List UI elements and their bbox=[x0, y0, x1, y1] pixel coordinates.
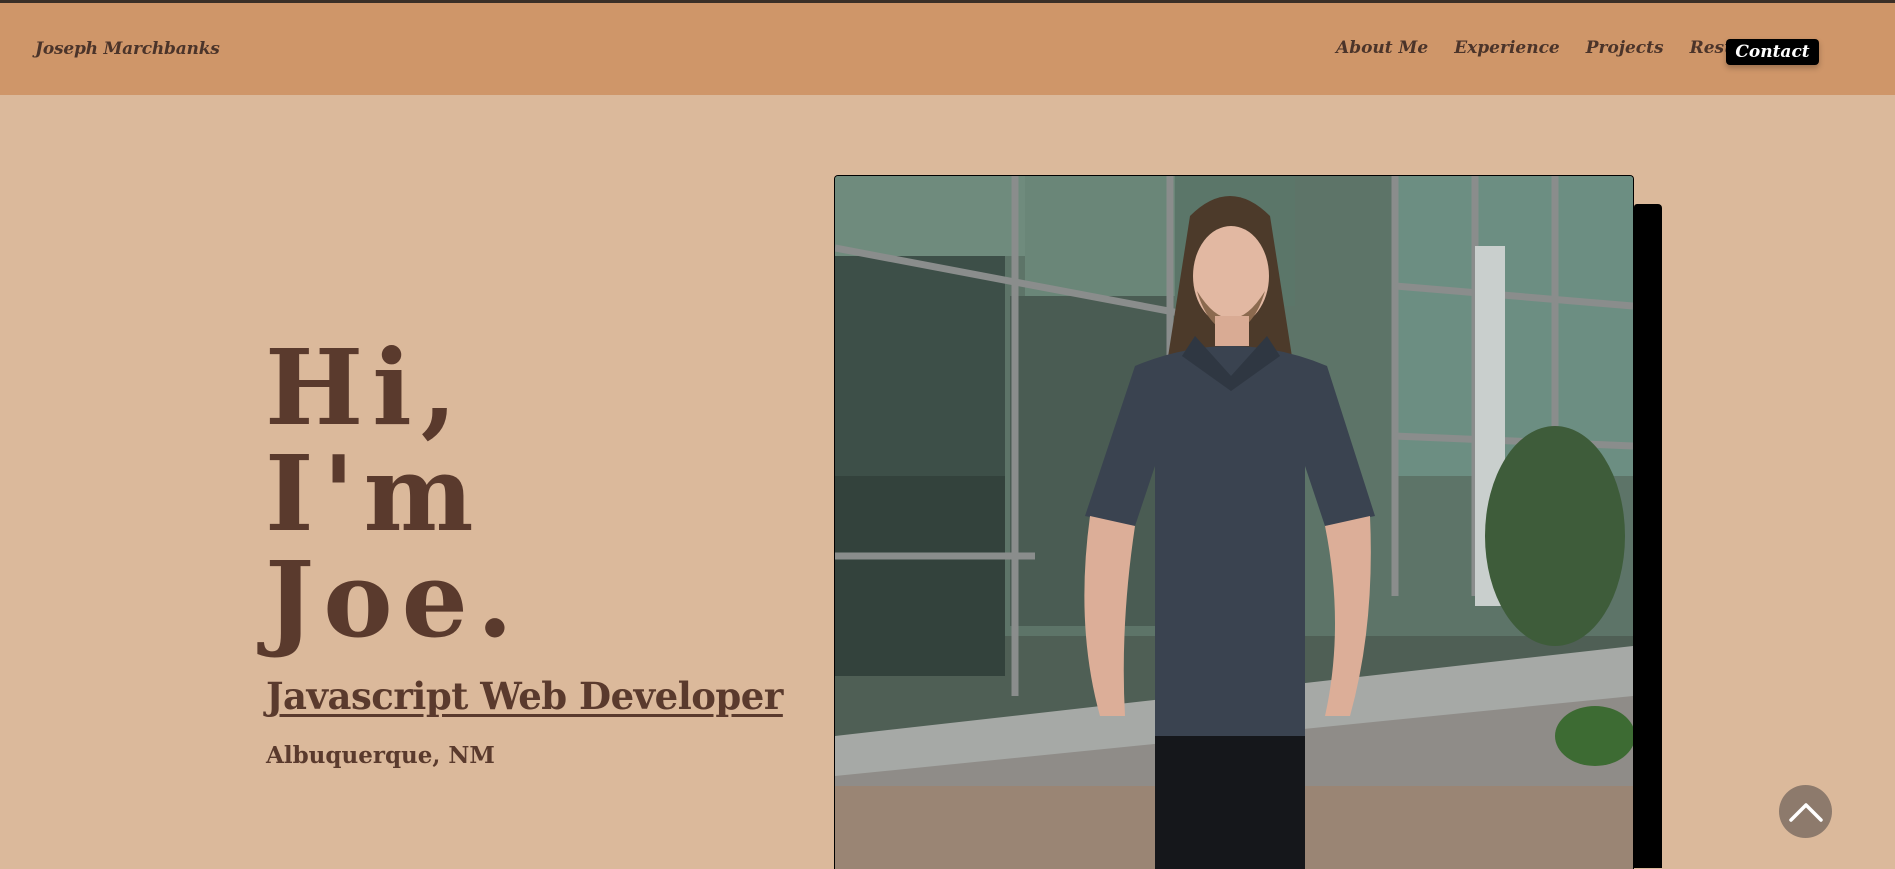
nav-link-about-me[interactable]: About Me bbox=[1336, 38, 1428, 58]
contact-button[interactable]: Contact bbox=[1726, 39, 1819, 65]
greeting-line-2: I'm bbox=[265, 432, 483, 555]
navbar: Joseph Marchbanks About Me Experience Pr… bbox=[0, 3, 1895, 95]
nav-links: About Me Experience Projects Resume bbox=[1336, 38, 1791, 58]
greeting-line-1: Hi, bbox=[265, 326, 466, 449]
brand-name[interactable]: Joseph Marchbanks bbox=[35, 39, 220, 59]
nav-link-projects[interactable]: Projects bbox=[1586, 38, 1664, 58]
role-title-link[interactable]: Javascript Web Developer bbox=[266, 674, 783, 718]
greeting-line-3: Joe. bbox=[265, 538, 522, 661]
hero-heading: Hi, I'm Joe. bbox=[265, 335, 522, 653]
portrait-photo bbox=[834, 175, 1634, 869]
nav-link-experience[interactable]: Experience bbox=[1454, 38, 1560, 58]
location-text: Albuquerque, NM bbox=[266, 742, 495, 769]
photo-shadow bbox=[1634, 204, 1662, 868]
scroll-to-top-button[interactable] bbox=[1779, 785, 1832, 838]
chevron-up-icon bbox=[1788, 802, 1823, 822]
